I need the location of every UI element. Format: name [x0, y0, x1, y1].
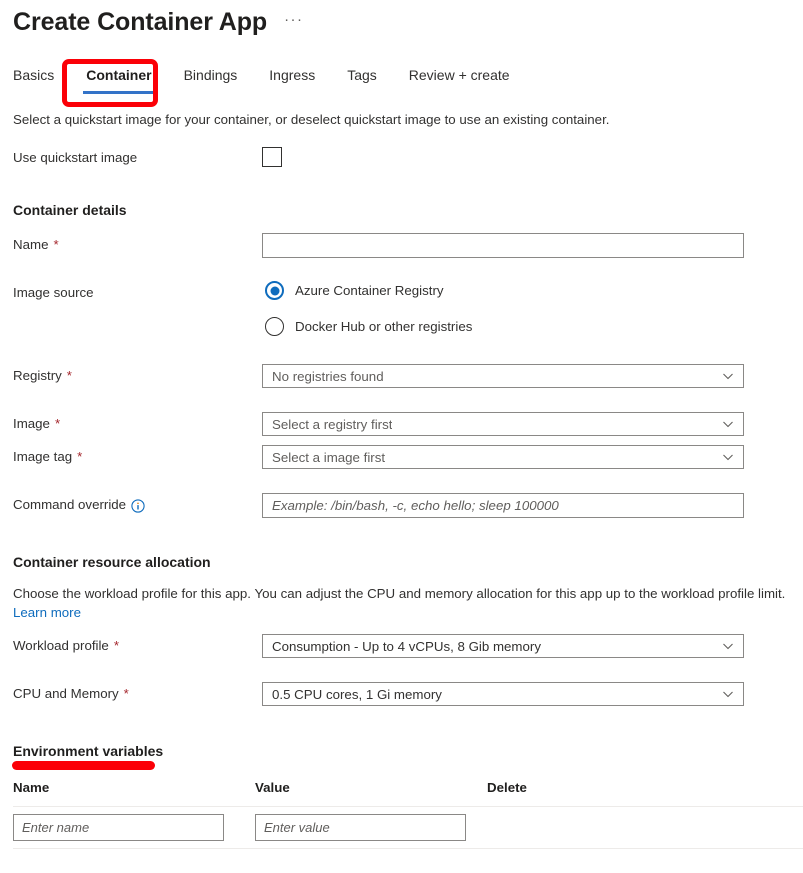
tab-ingress[interactable]: Ingress — [253, 66, 331, 94]
resource-allocation-description: Choose the workload profile for this app… — [13, 584, 803, 622]
annotation-underline-environment-variables — [12, 761, 155, 770]
image-label-text: Image — [13, 414, 50, 433]
environment-variables-heading: Environment variables — [13, 742, 163, 761]
command-override-label-text: Command override — [13, 495, 126, 514]
image-dropdown-value: Select a registry first — [272, 415, 392, 434]
quickstart-description: Select a quickstart image for your conta… — [13, 110, 653, 129]
registry-label: Registry * — [13, 366, 72, 385]
title-row: Create Container App ··· — [13, 6, 307, 38]
column-header-delete: Delete — [487, 778, 803, 797]
tab-container[interactable]: Container — [70, 66, 167, 94]
name-label-text: Name — [13, 235, 48, 254]
image-tag-required-asterisk: * — [77, 447, 82, 466]
wizard-tabs: Basics Container Bindings Ingress Tags R… — [13, 66, 526, 94]
workload-profile-label-text: Workload profile — [13, 636, 109, 655]
radio-docker-hub-dot[interactable] — [265, 317, 284, 336]
env-var-value-input[interactable] — [255, 814, 466, 841]
cpu-memory-dropdown[interactable]: 0.5 CPU cores, 1 Gi memory — [262, 682, 744, 706]
tab-tags[interactable]: Tags — [331, 66, 393, 94]
image-dropdown[interactable]: Select a registry first — [262, 412, 744, 436]
cpu-memory-required-asterisk: * — [124, 684, 129, 703]
chevron-down-icon — [722, 688, 734, 700]
radio-azure-container-registry-label: Azure Container Registry — [295, 281, 444, 300]
workload-profile-dropdown[interactable]: Consumption - Up to 4 vCPUs, 8 Gib memor… — [262, 634, 744, 658]
registry-dropdown[interactable]: No registries found — [262, 364, 744, 388]
tab-bindings[interactable]: Bindings — [168, 66, 254, 94]
workload-profile-required-asterisk: * — [114, 636, 119, 655]
learn-more-link[interactable]: Learn more — [13, 605, 81, 620]
radio-docker-hub[interactable]: Docker Hub or other registries — [265, 317, 472, 336]
workload-profile-label: Workload profile * — [13, 636, 119, 655]
image-label: Image * — [13, 414, 60, 433]
chevron-down-icon — [722, 640, 734, 652]
command-override-label: Command override — [13, 495, 145, 514]
name-input[interactable] — [262, 233, 744, 258]
name-required-asterisk: * — [53, 235, 58, 254]
use-quickstart-image-label: Use quickstart image — [13, 148, 137, 167]
registry-dropdown-value: No registries found — [272, 367, 384, 386]
image-tag-dropdown[interactable]: Select a image first — [262, 445, 744, 469]
image-tag-dropdown-value: Select a image first — [272, 448, 385, 467]
cpu-memory-label-text: CPU and Memory — [13, 684, 119, 703]
tab-basics[interactable]: Basics — [13, 66, 70, 94]
image-required-asterisk: * — [55, 414, 60, 433]
cpu-memory-label: CPU and Memory * — [13, 684, 129, 703]
container-details-heading: Container details — [13, 201, 127, 220]
radio-azure-container-registry-dot[interactable] — [265, 281, 284, 300]
page-title: Create Container App — [13, 6, 267, 38]
image-tag-label: Image tag * — [13, 447, 82, 466]
tab-review-create[interactable]: Review + create — [393, 66, 526, 94]
env-var-name-input[interactable] — [13, 814, 224, 841]
registry-label-text: Registry — [13, 366, 62, 385]
resource-allocation-description-text: Choose the workload profile for this app… — [13, 586, 785, 601]
chevron-down-icon — [722, 370, 734, 382]
radio-docker-hub-label: Docker Hub or other registries — [295, 317, 472, 336]
more-options-icon[interactable]: ··· — [281, 11, 307, 34]
image-tag-label-text: Image tag — [13, 447, 72, 466]
use-quickstart-image-checkbox[interactable] — [262, 147, 282, 167]
environment-variables-table: Name Value Delete — [13, 778, 803, 849]
resource-allocation-heading: Container resource allocation — [13, 553, 211, 572]
column-header-value: Value — [255, 778, 487, 797]
workload-profile-dropdown-value: Consumption - Up to 4 vCPUs, 8 Gib memor… — [272, 637, 541, 656]
image-source-label: Image source — [13, 283, 94, 302]
table-row — [13, 807, 803, 849]
create-container-app-form: Create Container App ··· Basics Containe… — [0, 0, 803, 873]
command-override-input[interactable] — [262, 493, 744, 518]
info-icon[interactable] — [131, 499, 145, 513]
cpu-memory-dropdown-value: 0.5 CPU cores, 1 Gi memory — [272, 685, 442, 704]
table-header-row: Name Value Delete — [13, 778, 803, 807]
radio-azure-container-registry[interactable]: Azure Container Registry — [265, 281, 444, 300]
chevron-down-icon — [722, 418, 734, 430]
name-label: Name * — [13, 235, 59, 254]
chevron-down-icon — [722, 451, 734, 463]
column-header-name: Name — [13, 778, 255, 797]
registry-required-asterisk: * — [67, 366, 72, 385]
